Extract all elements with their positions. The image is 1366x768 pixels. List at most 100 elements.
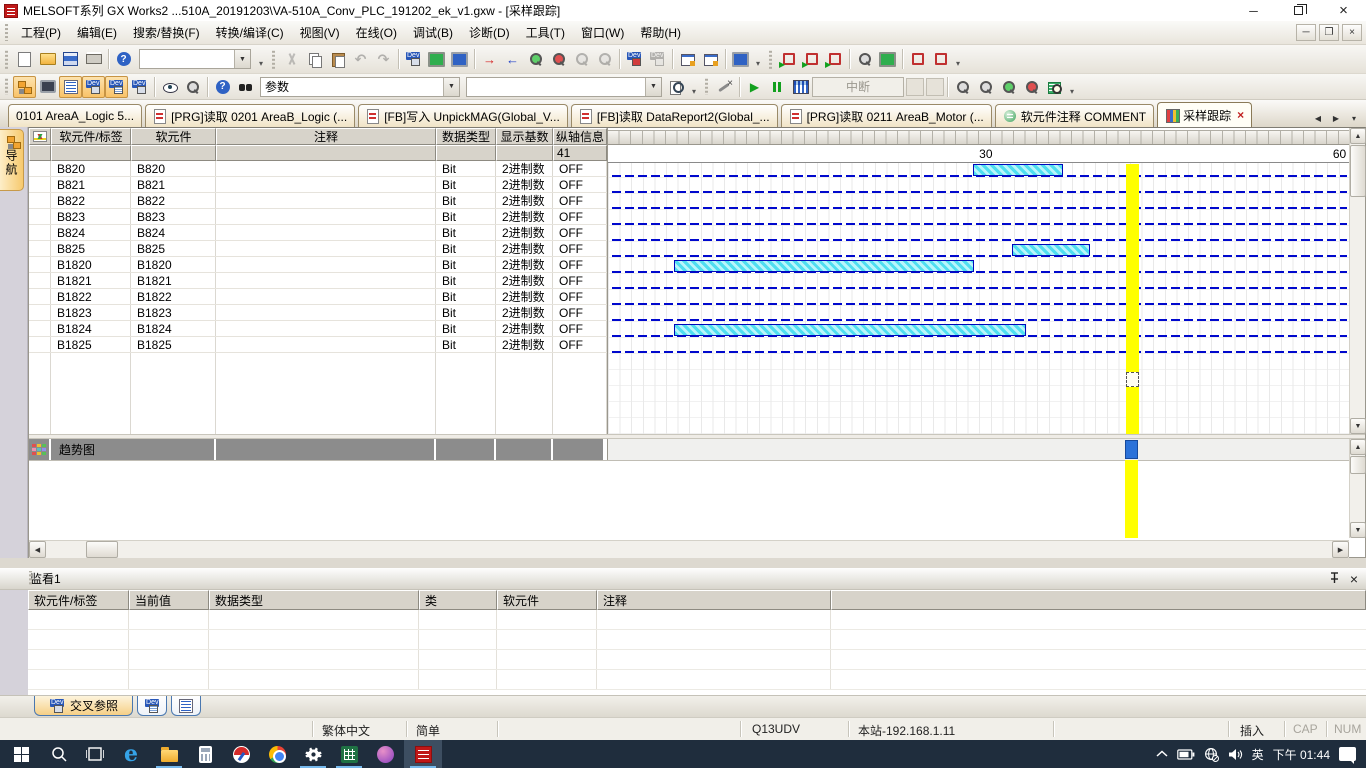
watch-column-header[interactable]: 当前值 <box>129 590 209 610</box>
chrome-button[interactable] <box>258 740 296 768</box>
device-row[interactable]: B823B823Bit2进制数OFF <box>29 209 607 225</box>
notification-icon[interactable] <box>1339 747 1356 761</box>
trace-cursor-bar[interactable] <box>1126 164 1139 434</box>
navigation-toggle-button[interactable] <box>13 76 36 98</box>
zoom-in-trace-button[interactable] <box>974 76 997 98</box>
calculator-button[interactable] <box>186 740 224 768</box>
menu-item[interactable]: 工具(T) <box>518 21 573 44</box>
trace-pulse-button[interactable] <box>823 48 846 70</box>
device-monitor-button[interactable] <box>425 48 448 70</box>
device-find-combo-2[interactable]: ▼ <box>466 77 662 97</box>
waveform-panel[interactable]: 3060 <box>607 128 1351 434</box>
tab-scroll-right-icon[interactable]: ▶ <box>1328 109 1344 127</box>
trace-corner-cell[interactable] <box>29 128 51 145</box>
trend-cursor-handle[interactable] <box>1125 440 1138 459</box>
document-tab-7[interactable]: 采样跟踪× <box>1157 102 1252 127</box>
save-project-button[interactable] <box>59 48 82 70</box>
zoom-out-trace-button[interactable] <box>951 76 974 98</box>
watch-column-header[interactable]: 软元件/标签 <box>28 590 129 610</box>
dock-splitter[interactable] <box>0 558 1366 568</box>
tray-expand-icon[interactable] <box>1156 750 1168 758</box>
search-button[interactable] <box>40 740 78 768</box>
menu-item[interactable]: 视图(V) <box>292 21 348 44</box>
device-comment-button[interactable] <box>82 76 105 98</box>
trace-vertical-axis-button[interactable] <box>906 48 929 70</box>
trace-rise-trigger-button[interactable] <box>777 48 800 70</box>
watch-row[interactable] <box>28 610 1366 630</box>
trace-vertical-axis2-button[interactable] <box>929 48 952 70</box>
scroll-down-icon[interactable]: ▼ <box>1350 418 1366 434</box>
device-monitor-start-button[interactable] <box>623 48 646 70</box>
watch-title-bar[interactable]: 监看1 × <box>0 568 1366 590</box>
trace-pause-button[interactable] <box>766 76 789 98</box>
device-row[interactable]: B824B824Bit2进制数OFF <box>29 225 607 241</box>
battery-icon[interactable] <box>1177 749 1195 760</box>
navigation-tab[interactable]: 导航 <box>0 129 24 191</box>
menu-item[interactable]: 搜索/替换(F) <box>125 21 208 44</box>
task-view-button[interactable] <box>76 740 114 768</box>
document-tab-3[interactable]: [FB]写入 UnpickMAG(Global_V... <box>358 104 568 127</box>
menu-item[interactable]: 在线(O) <box>348 21 405 44</box>
monitor-stop-button[interactable] <box>547 48 570 70</box>
module-configuration-button[interactable] <box>36 76 59 98</box>
watch-row[interactable] <box>28 650 1366 670</box>
toolbar-overflow-icon[interactable]: ▾ <box>752 48 764 70</box>
ime-indicator[interactable]: 英 <box>1252 746 1264 763</box>
media-app-button[interactable] <box>222 740 260 768</box>
document-tab-4[interactable]: [FB]读取 DataReport2(Global_... <box>571 104 778 127</box>
close-icon[interactable]: × <box>1321 0 1366 21</box>
document-tab-6[interactable]: 软元件注释 COMMENT <box>995 104 1154 127</box>
device-row[interactable]: B1824B1824Bit2进制数OFF <box>29 321 607 337</box>
edge-button[interactable]: e <box>112 740 150 768</box>
mdi-restore-icon[interactable]: ❐ <box>1319 24 1339 41</box>
document-tab-5[interactable]: [PRG]读取 0211 AreaB_Motor (... <box>781 104 992 127</box>
column-header[interactable]: 软元件/标签 <box>51 128 131 145</box>
open-project-button[interactable] <box>36 48 59 70</box>
device-row[interactable]: B1820B1820Bit2进制数OFF <box>29 257 607 273</box>
device-row[interactable]: B1822B1822Bit2进制数OFF <box>29 289 607 305</box>
scrollbar-thumb[interactable] <box>1350 456 1366 474</box>
trace-stripes-button[interactable] <box>789 76 812 98</box>
trend-graph-body[interactable] <box>29 460 1351 538</box>
watch-row[interactable] <box>28 670 1366 690</box>
trend-cursor-bar[interactable] <box>1125 460 1138 538</box>
minimize-icon[interactable]: ─ <box>1231 0 1276 21</box>
column-header[interactable]: 数据类型 <box>436 128 496 145</box>
chevron-down-icon[interactable]: ▼ <box>443 78 459 96</box>
menu-item[interactable]: 编辑(E) <box>69 21 125 44</box>
device-find-combo[interactable]: 参数 ▼ <box>260 77 460 97</box>
watch-column-header[interactable]: 软元件 <box>497 590 597 610</box>
doc-zoom-button[interactable] <box>665 76 688 98</box>
monitor-start-button[interactable] <box>524 48 547 70</box>
column-header[interactable]: 注释 <box>216 128 436 145</box>
copy-button[interactable] <box>303 48 326 70</box>
gx-works2-taskbar-button[interactable] <box>404 740 442 768</box>
menu-item[interactable]: 帮助(H) <box>632 21 689 44</box>
device-row[interactable]: B820B820Bit2进制数OFF <box>29 161 607 177</box>
toolbar-overflow-icon[interactable]: ▾ <box>1066 76 1078 98</box>
tab-scroll-left-icon[interactable]: ◀ <box>1310 109 1326 127</box>
menu-item[interactable]: 诊断(D) <box>461 21 518 44</box>
column-header[interactable]: 软元件 <box>131 128 216 145</box>
help-button[interactable]: ? <box>112 48 135 70</box>
device-split-button[interactable] <box>128 76 151 98</box>
scrollbar-thumb[interactable] <box>86 541 118 558</box>
scrollbar-thumb[interactable] <box>1350 145 1366 197</box>
device-table-button[interactable] <box>105 76 128 98</box>
monitor-condition-button[interactable] <box>729 48 752 70</box>
tab-menu-icon[interactable]: ▾ <box>1346 109 1362 127</box>
settings-button[interactable] <box>294 740 332 768</box>
watch-row[interactable] <box>28 630 1366 650</box>
trace-transfer-button[interactable] <box>876 48 899 70</box>
tab-cross-reference[interactable]: 交叉参照 <box>34 696 133 716</box>
file-explorer-button[interactable] <box>150 740 188 768</box>
write-to-plc-button[interactable]: → <box>478 48 501 70</box>
pin-icon[interactable] <box>1329 571 1340 587</box>
device-row[interactable]: B1821B1821Bit2进制数OFF <box>29 273 607 289</box>
restore-icon[interactable] <box>1276 0 1321 21</box>
watch-column-header[interactable]: 数据类型 <box>209 590 419 610</box>
device-find-button[interactable] <box>402 48 425 70</box>
trace-start-button[interactable]: ▶ <box>743 76 766 98</box>
scroll-down-icon[interactable]: ▼ <box>1350 522 1366 538</box>
device-row[interactable]: B821B821Bit2进制数OFF <box>29 177 607 193</box>
